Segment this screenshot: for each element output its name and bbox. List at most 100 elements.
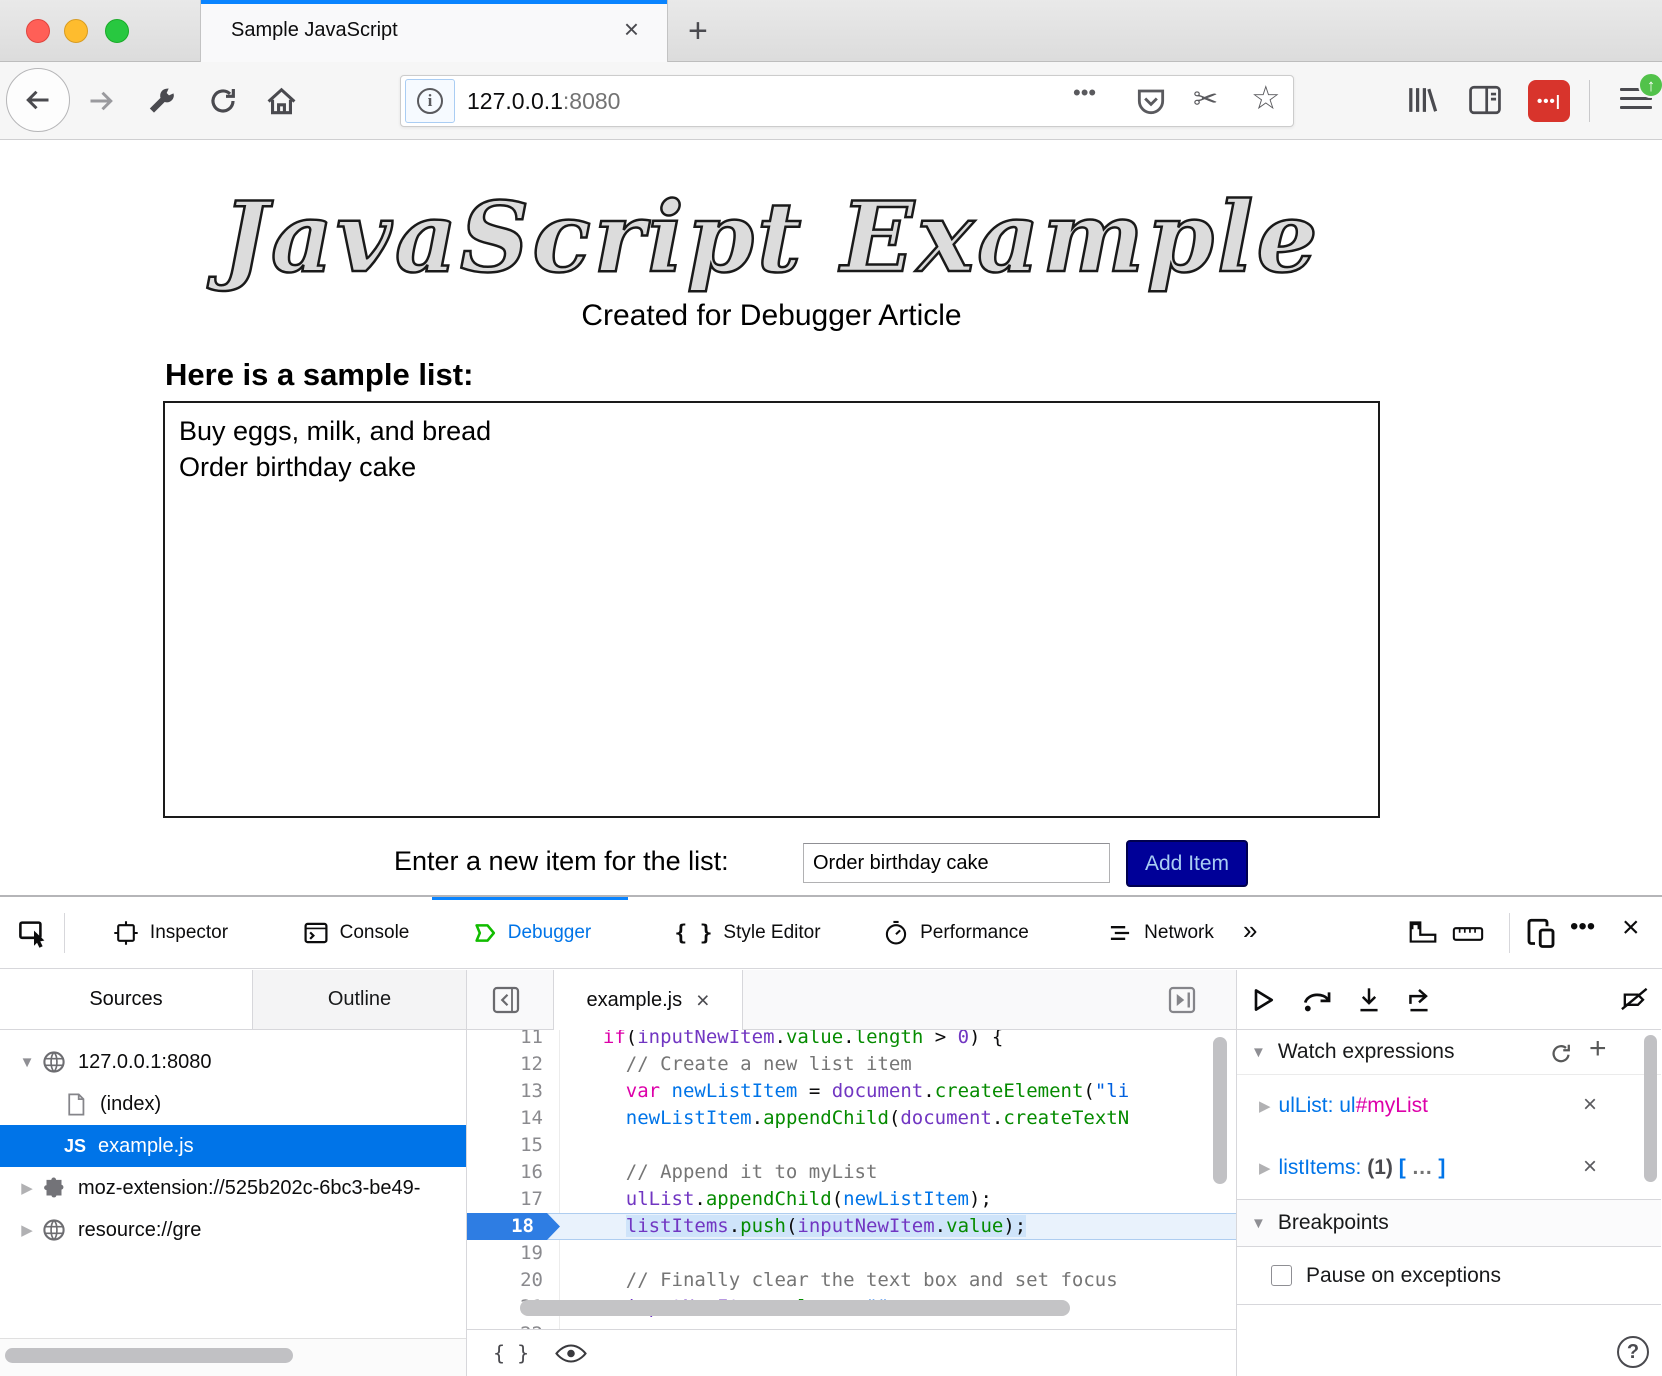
- ruler-icon[interactable]: [1452, 925, 1484, 943]
- line-number[interactable]: 22: [467, 1321, 560, 1329]
- tabbar-separator: [64, 913, 65, 953]
- minimize-window-button[interactable]: [64, 19, 88, 43]
- responsive-design-icon[interactable]: [1526, 917, 1556, 949]
- expander-closed-icon[interactable]: ▶: [12, 1221, 42, 1239]
- start-panel-toggle-icon[interactable]: [1167, 985, 1197, 1015]
- step-in-icon[interactable]: [1355, 986, 1383, 1014]
- tree-item-domain[interactable]: ▼ 127.0.0.1:8080: [6, 1041, 466, 1083]
- reload-icon[interactable]: [208, 86, 238, 116]
- line-number[interactable]: 12: [467, 1051, 560, 1078]
- line-number[interactable]: 17: [467, 1186, 560, 1213]
- code-area[interactable]: 11 if(inputNewItem.value.length > 0) {12…: [467, 1030, 1236, 1329]
- skip-pauses-icon[interactable]: [1619, 986, 1651, 1012]
- tab-style-editor[interactable]: { } Style Editor: [640, 897, 855, 969]
- expander-open-icon[interactable]: ▼: [12, 1054, 42, 1071]
- url-bar[interactable]: i 127.0.0.1:8080 ••• ✂ ☆: [400, 75, 1294, 127]
- collapse-panel-icon[interactable]: [491, 985, 521, 1015]
- sources-hscrollbar-thumb[interactable]: [5, 1348, 293, 1363]
- watch-expression-row[interactable]: ▶ ulList: ul#myList ×: [1237, 1075, 1661, 1137]
- devtools-settings-icon[interactable]: •••: [1570, 913, 1595, 941]
- add-item-button[interactable]: Add Item: [1126, 840, 1248, 887]
- editor-vscrollbar-thumb[interactable]: [1213, 1037, 1227, 1184]
- watch-expression-row[interactable]: ▶ listItems: (1) [ … ] ×: [1237, 1137, 1661, 1199]
- tab-inspector[interactable]: Inspector: [88, 897, 253, 969]
- site-info-button[interactable]: i: [405, 79, 455, 123]
- measure-tool-icon[interactable]: [1408, 919, 1438, 945]
- step-out-icon[interactable]: [1405, 986, 1433, 1014]
- url-text[interactable]: 127.0.0.1:8080: [467, 88, 620, 115]
- tree-item-resource-gre[interactable]: ▶ resource://gre: [6, 1209, 466, 1251]
- line-number[interactable]: 16: [467, 1159, 560, 1186]
- tab-performance[interactable]: Performance: [856, 897, 1056, 969]
- tree-item-examplejs[interactable]: JS example.js: [0, 1125, 466, 1167]
- new-item-label: Enter a new item for the list:: [394, 846, 729, 877]
- resume-icon[interactable]: [1249, 986, 1277, 1014]
- browser-tab[interactable]: Sample JavaScript ×: [200, 0, 668, 62]
- more-tabs-chevron[interactable]: »: [1243, 915, 1255, 946]
- sources-panel: Sources Outline ▼ 127.0.0.1:8080 (index)…: [0, 970, 467, 1376]
- new-tab-button[interactable]: +: [688, 12, 708, 51]
- list-heading: Here is a sample list:: [165, 357, 473, 393]
- pretty-print-icon[interactable]: { }: [493, 1341, 529, 1365]
- tree-item-index[interactable]: (index): [64, 1083, 466, 1125]
- devtools-tabbar: Inspector Console Debugger { } Style Edi…: [0, 897, 1662, 969]
- home-icon[interactable]: [266, 86, 297, 117]
- tab-close-icon[interactable]: ×: [624, 15, 639, 43]
- section-open-triangle[interactable]: ▼: [1251, 1215, 1266, 1232]
- pause-on-exceptions-row[interactable]: Pause on exceptions: [1237, 1247, 1661, 1305]
- tab-debugger[interactable]: Debugger: [432, 897, 628, 969]
- sidebar-toggle-icon[interactable]: [1468, 84, 1502, 116]
- remove-watch-icon[interactable]: ×: [1583, 1091, 1597, 1119]
- blackbox-eye-icon[interactable]: [555, 1343, 587, 1364]
- right-panel-vscrollbar-thumb[interactable]: [1644, 1035, 1657, 1182]
- code-text: listItems.push(inputNewItem.value);: [560, 1213, 1026, 1240]
- breakpoints-header[interactable]: ▼ Breakpoints: [1237, 1199, 1661, 1247]
- tab-outline[interactable]: Outline: [252, 970, 466, 1029]
- expander-closed-icon[interactable]: ▶: [12, 1179, 42, 1197]
- info-icon: i: [417, 88, 443, 114]
- devtools-panel: Inspector Console Debugger { } Style Edi…: [0, 895, 1662, 1374]
- extension-puzzle-icon: [42, 1176, 66, 1200]
- close-window-button[interactable]: [26, 19, 50, 43]
- onepassword-icon[interactable]: •••|: [1528, 80, 1570, 122]
- add-watch-icon[interactable]: +: [1589, 1032, 1607, 1066]
- line-number[interactable]: 11: [467, 1030, 560, 1051]
- editor-tab-close-icon[interactable]: ×: [696, 987, 709, 1014]
- watch-expressions-header[interactable]: ▼ Watch expressions +: [1237, 1030, 1661, 1075]
- remove-watch-icon[interactable]: ×: [1583, 1153, 1597, 1181]
- expander-closed-icon[interactable]: ▶: [1259, 1159, 1271, 1177]
- sample-list-box: Buy eggs, milk, and bread Order birthday…: [163, 401, 1380, 818]
- devtools-close-icon[interactable]: ×: [1622, 911, 1640, 945]
- update-available-badge[interactable]: ↑: [1638, 72, 1662, 98]
- line-number[interactable]: 13: [467, 1078, 560, 1105]
- section-open-triangle[interactable]: ▼: [1251, 1044, 1266, 1061]
- tab-sources[interactable]: Sources: [0, 970, 252, 1029]
- line-number[interactable]: 15: [467, 1132, 560, 1159]
- paused-line-marker[interactable]: 18: [467, 1213, 560, 1240]
- pause-on-exceptions-checkbox[interactable]: [1271, 1265, 1292, 1286]
- help-icon[interactable]: ?: [1617, 1336, 1649, 1368]
- refresh-icon[interactable]: [1549, 1042, 1573, 1066]
- expander-closed-icon[interactable]: ▶: [1259, 1097, 1271, 1115]
- line-number[interactable]: 14: [467, 1105, 560, 1132]
- back-button[interactable]: [6, 68, 70, 132]
- tab-console[interactable]: Console: [276, 897, 436, 969]
- library-icon[interactable]: [1404, 84, 1438, 116]
- line-number[interactable]: 20: [467, 1267, 560, 1294]
- page-actions-icon[interactable]: •••: [1073, 80, 1096, 106]
- bookmark-star-icon[interactable]: ☆: [1251, 78, 1281, 117]
- screenshot-scissors-icon[interactable]: ✂: [1193, 82, 1218, 117]
- forward-button[interactable]: [86, 86, 116, 116]
- editor-tab-examplejs[interactable]: example.js ×: [553, 970, 743, 1030]
- tree-item-moz-extension[interactable]: ▶ moz-extension://525b202c-6bc3-be49-: [6, 1167, 466, 1209]
- line-number[interactable]: 19: [467, 1240, 560, 1267]
- tab-network[interactable]: Network: [1078, 897, 1243, 969]
- zoom-window-button[interactable]: [105, 19, 129, 43]
- pick-element-icon[interactable]: [18, 917, 50, 949]
- new-item-input[interactable]: [803, 843, 1110, 883]
- step-over-icon[interactable]: [1301, 986, 1335, 1014]
- pocket-icon[interactable]: [1136, 86, 1166, 116]
- wrench-icon[interactable]: [146, 86, 176, 116]
- sources-hscrollbar-track[interactable]: [0, 1338, 466, 1376]
- editor-hscrollbar-thumb[interactable]: [520, 1300, 1070, 1316]
